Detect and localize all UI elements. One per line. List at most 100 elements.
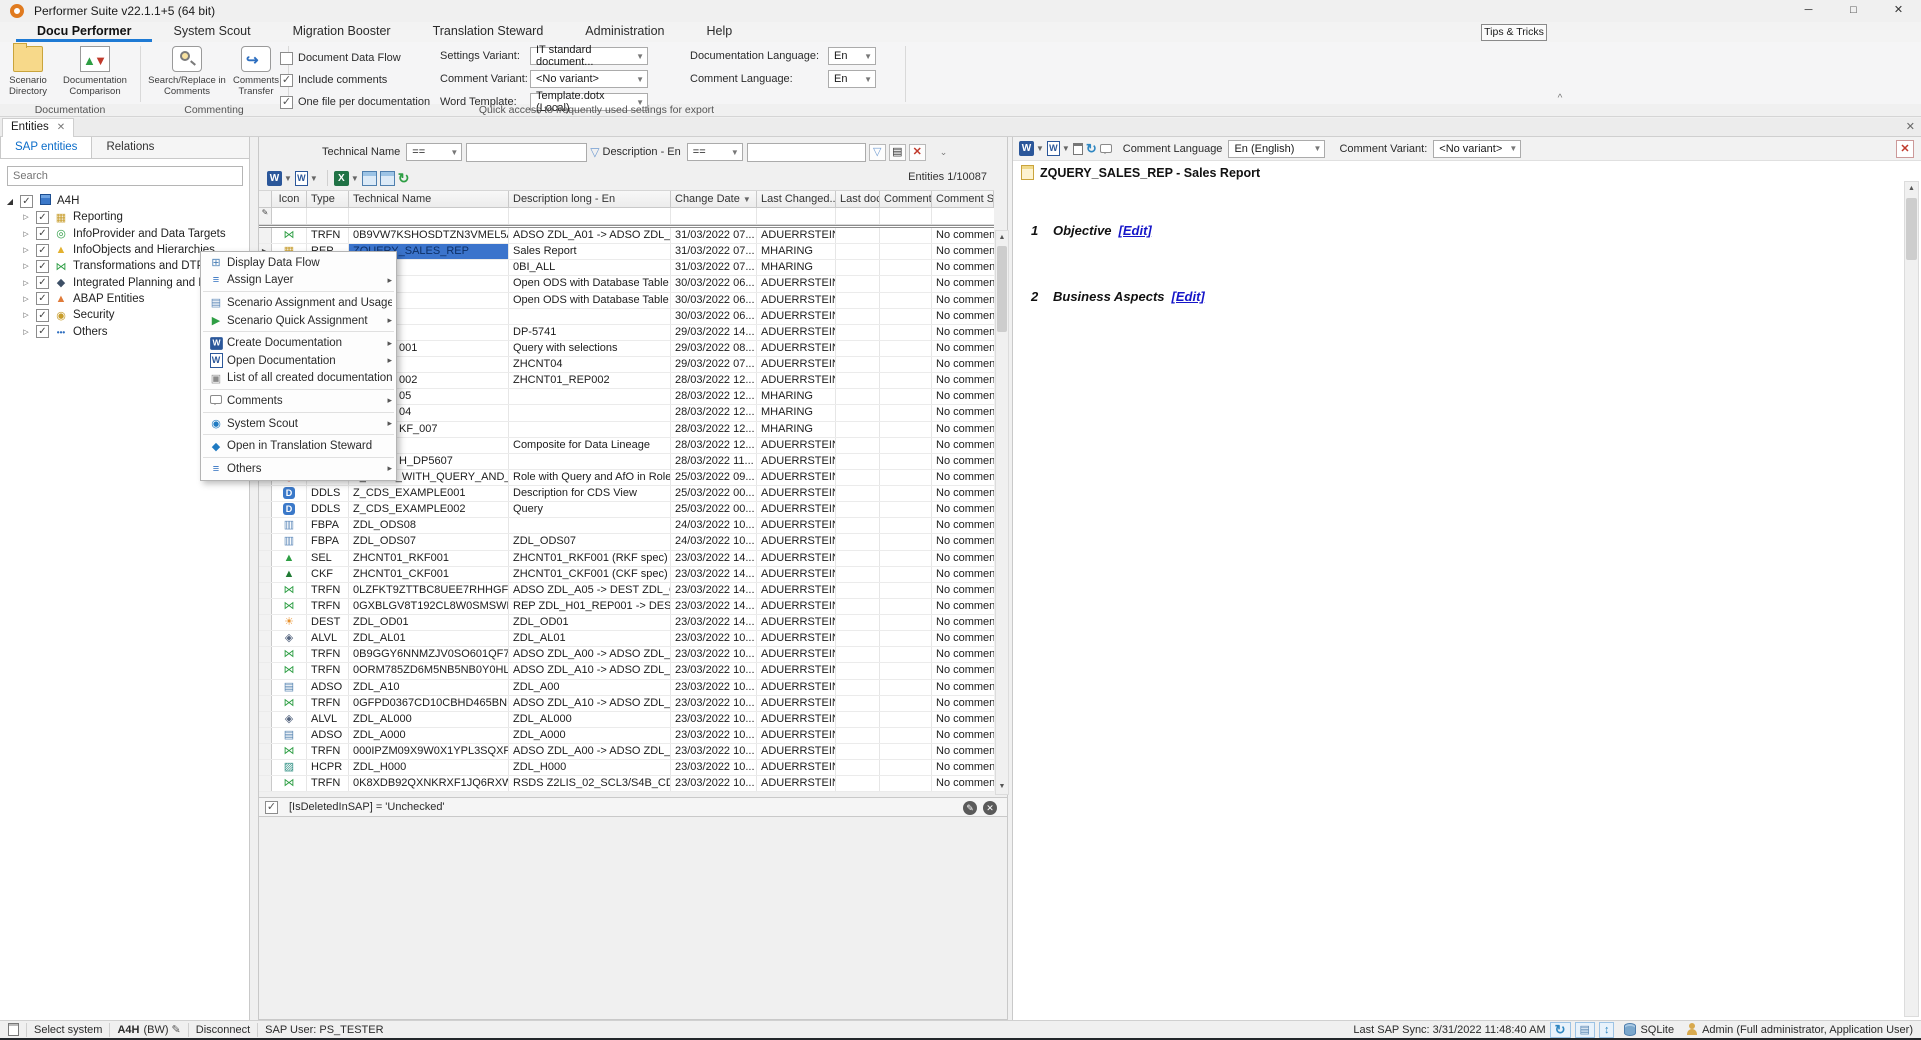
tree-expander-icon[interactable]: ◢	[4, 197, 16, 206]
grid-row[interactable]: ⋈TRFN0K8XDB92QXNKRXF1JQ6RXWX8RSDS Z2LIS_…	[259, 776, 994, 792]
export-excel-button[interactable]: X▼	[334, 171, 359, 186]
cell-technical-name[interactable]: ZDL_A10	[349, 680, 509, 695]
document-area-close-icon[interactable]: ✕	[1906, 120, 1915, 133]
grid-row[interactable]: ⋈TRFN0GXBLGV8T192CL8W0SMSWRGFREP ZDL_H01…	[259, 599, 994, 615]
menu-tab-administration[interactable]: Administration	[564, 22, 685, 42]
log-button[interactable]: ▤	[1575, 1022, 1595, 1038]
sidebar-tab-sap-entities[interactable]: SAP entities	[0, 137, 92, 158]
grid-row[interactable]: ▲CKFZHCNT01_CKF001ZHCNT01_CKF001 (CKF sp…	[259, 567, 994, 583]
refresh-button[interactable]: ↻	[398, 170, 410, 187]
column-header-ldoc[interactable]: Last doc.	[836, 191, 880, 207]
column-header-stat[interactable]: Comment Status	[932, 191, 994, 207]
menu-item-create-documentation[interactable]: WCreate Documentation▸	[201, 334, 396, 352]
delete-comment-icon[interactable]	[1073, 143, 1083, 155]
cell-technical-name[interactable]: 0B9GGY6NNMZJV0SO601QF7D6	[349, 647, 509, 662]
grid-row[interactable]: DDDLSZ_CDS_EXAMPLE001Description for CDS…	[259, 486, 994, 502]
autofilter-cell[interactable]	[932, 208, 994, 224]
autofilter-cell[interactable]	[836, 208, 880, 224]
grid-row[interactable]: ▲SELZHCNT01_RKF001ZHCNT01_RKF001 (RKF sp…	[259, 551, 994, 567]
grid-row[interactable]: DDDLSZ_CDS_EXAMPLE002Query25/03/2022 00.…	[259, 502, 994, 518]
sync-comment-icon[interactable]: ↻	[1086, 141, 1097, 157]
menu-item-system-scout[interactable]: ◉System Scout▸	[201, 415, 396, 433]
scroll-up-icon[interactable]: ▲	[996, 231, 1008, 245]
tree-checkbox[interactable]: ✓	[36, 309, 49, 322]
detail-doc-button[interactable]: W▼	[1047, 141, 1070, 156]
menu-item-display-data-flow[interactable]: ⊞Display Data Flow	[201, 254, 396, 272]
cell-technical-name[interactable]: Z_CDS_EXAMPLE001	[349, 486, 509, 501]
cell-technical-name[interactable]: 0K8XDB92QXNKRXF1JQ6RXWX8	[349, 776, 509, 791]
cell-technical-name[interactable]: 0GXBLGV8T192CL8W0SMSWRGF	[349, 599, 509, 614]
ribbon-checkbox-1[interactable]: ✓Include comments	[280, 72, 387, 88]
sync-now-button[interactable]: ↻	[1550, 1022, 1571, 1038]
disconnect-button[interactable]: Disconnect	[196, 1024, 250, 1036]
menu-item-scenario-assignment-and-usage[interactable]: ▤Scenario Assignment and Usage	[201, 294, 396, 312]
menu-item-list-of-all-created-documentations[interactable]: ▣List of all created documentations	[201, 370, 396, 388]
language-select[interactable]: En▼	[828, 47, 876, 65]
detail-scroll-up-icon[interactable]: ▲	[1905, 182, 1918, 196]
tree-checkbox[interactable]: ✓	[36, 211, 49, 224]
tree-expander-icon[interactable]: ▷	[20, 246, 32, 254]
documentation-comparison-button[interactable]: ▲▼ Documentation Comparison	[54, 44, 136, 104]
column-header-icon[interactable]: Icon	[272, 191, 307, 207]
detail-scrollbar[interactable]: ▲	[1904, 181, 1919, 1017]
autofilter-cell[interactable]	[272, 208, 307, 224]
menu-item-assign-layer[interactable]: ≡Assign Layer▸	[201, 272, 396, 290]
cell-technical-name[interactable]: 0GFPD0367CD10CBHD465BNU5	[349, 696, 509, 711]
checkbox-icon[interactable]	[280, 52, 293, 65]
menu-tab-migration-booster[interactable]: Migration Booster	[272, 22, 412, 42]
minimize-button[interactable]: ─	[1786, 0, 1831, 22]
section-edit-link[interactable]: [Edit]	[1172, 289, 1205, 304]
close-detail-icon[interactable]: ✕	[1896, 140, 1914, 158]
cell-technical-name[interactable]: ZDL_H000	[349, 760, 509, 775]
cell-technical-name[interactable]: ZDL_A000	[349, 728, 509, 743]
menu-item-open-in-translation-steward[interactable]: ◆Open in Translation Steward	[201, 437, 396, 455]
cell-technical-name[interactable]: ZDL_AL01	[349, 631, 509, 646]
cell-technical-name[interactable]: Z_CDS_EXAMPLE002	[349, 502, 509, 517]
checkbox-icon[interactable]: ✓	[280, 74, 293, 87]
grid-row[interactable]: ⋈TRFN0LZFKT9ZTTBC8UEE7RHHGFDGFADSO ZDL_A…	[259, 583, 994, 599]
cell-technical-name[interactable]: ZHCNT01_CKF001	[349, 567, 509, 582]
tree-expander-icon[interactable]: ▷	[20, 279, 32, 287]
edit-filter-icon[interactable]: ✎	[963, 801, 977, 815]
grid-row[interactable]: ◈ALVLZDL_AL000ZDL_AL00023/03/2022 10...A…	[259, 712, 994, 728]
comments-transfer-button[interactable]: ↪ Comments Transfer	[230, 44, 282, 104]
select-system-button[interactable]: Select system	[34, 1024, 102, 1036]
tips-tricks-button[interactable]: Tips & Tricks	[1481, 24, 1547, 41]
menu-tab-system-scout[interactable]: System Scout	[152, 22, 271, 42]
detail-scroll-thumb[interactable]	[1906, 198, 1917, 260]
tree-expander-icon[interactable]: ▷	[20, 230, 32, 238]
scenario-directory-button[interactable]: Scenario Directory	[4, 44, 52, 104]
cell-technical-name[interactable]: 0LZFKT9ZTTBC8UEE7RHHGFDGF	[349, 583, 509, 598]
tree-expander-icon[interactable]: ▷	[20, 295, 32, 303]
clipboard-icon[interactable]	[8, 1023, 19, 1036]
scroll-thumb[interactable]	[997, 246, 1007, 332]
cell-technical-name[interactable]: ZDL_ODS07	[349, 534, 509, 549]
autofilter-cell[interactable]	[509, 208, 671, 224]
column-header-date[interactable]: Change Date▼	[671, 191, 757, 207]
grid-row[interactable]: ⋈TRFN0B9VW7KSHOSDTZN3VMEL5AF4ADSO ZDL_A0…	[259, 228, 994, 244]
grid-row[interactable]: ◈ALVLZDL_AL01ZDL_AL0123/03/2022 10...ADU…	[259, 631, 994, 647]
autofilter-cell[interactable]	[757, 208, 836, 224]
filter-footer-checkbox[interactable]: ✓	[265, 801, 278, 814]
filter-funnel-icon[interactable]: ▽	[590, 145, 599, 159]
tree-checkbox[interactable]: ✓	[36, 260, 49, 273]
menu-item-comments[interactable]: Comments▸	[201, 392, 396, 410]
grid-row[interactable]: ☀DESTZDL_OD01ZDL_OD0123/03/2022 14...ADU…	[259, 615, 994, 631]
open-word-button[interactable]: W▼	[295, 171, 318, 186]
filter-value1-input[interactable]	[466, 143, 587, 162]
tree-checkbox[interactable]: ✓	[20, 195, 33, 208]
export-word-button[interactable]: W▼	[267, 171, 292, 186]
menu-item-open-documentation[interactable]: WOpen Documentation▸	[201, 352, 396, 370]
sidebar-tab-relations[interactable]: Relations	[92, 137, 168, 158]
search-replace-comments-button[interactable]: Search/Replace in Comments	[146, 44, 228, 104]
grid-row[interactable]: ▨HCPRZDL_H000ZDL_H00023/03/2022 10...ADU…	[259, 760, 994, 776]
grid-row[interactable]: ⋈TRFN0B9GGY6NNMZJV0SO601QF7D6ADSO ZDL_A0…	[259, 647, 994, 663]
field-select[interactable]: <No variant>▼	[530, 70, 648, 88]
filter-apply-icon[interactable]: ▽	[869, 144, 886, 161]
grid-row[interactable]: ▥FBPAZDL_ODS07ZDL_ODS0724/03/2022 10...A…	[259, 534, 994, 550]
tree-expander-icon[interactable]: ▷	[20, 262, 32, 270]
grid-layout-button[interactable]	[380, 171, 395, 186]
grid-row[interactable]: ⋈TRFN0ORM785ZD6M5NB5NB0Y0HL7FADSO ZDL_A1…	[259, 663, 994, 679]
tab-entities[interactable]: Entities✕	[2, 118, 74, 137]
merge-button[interactable]: ↕	[1599, 1022, 1615, 1038]
